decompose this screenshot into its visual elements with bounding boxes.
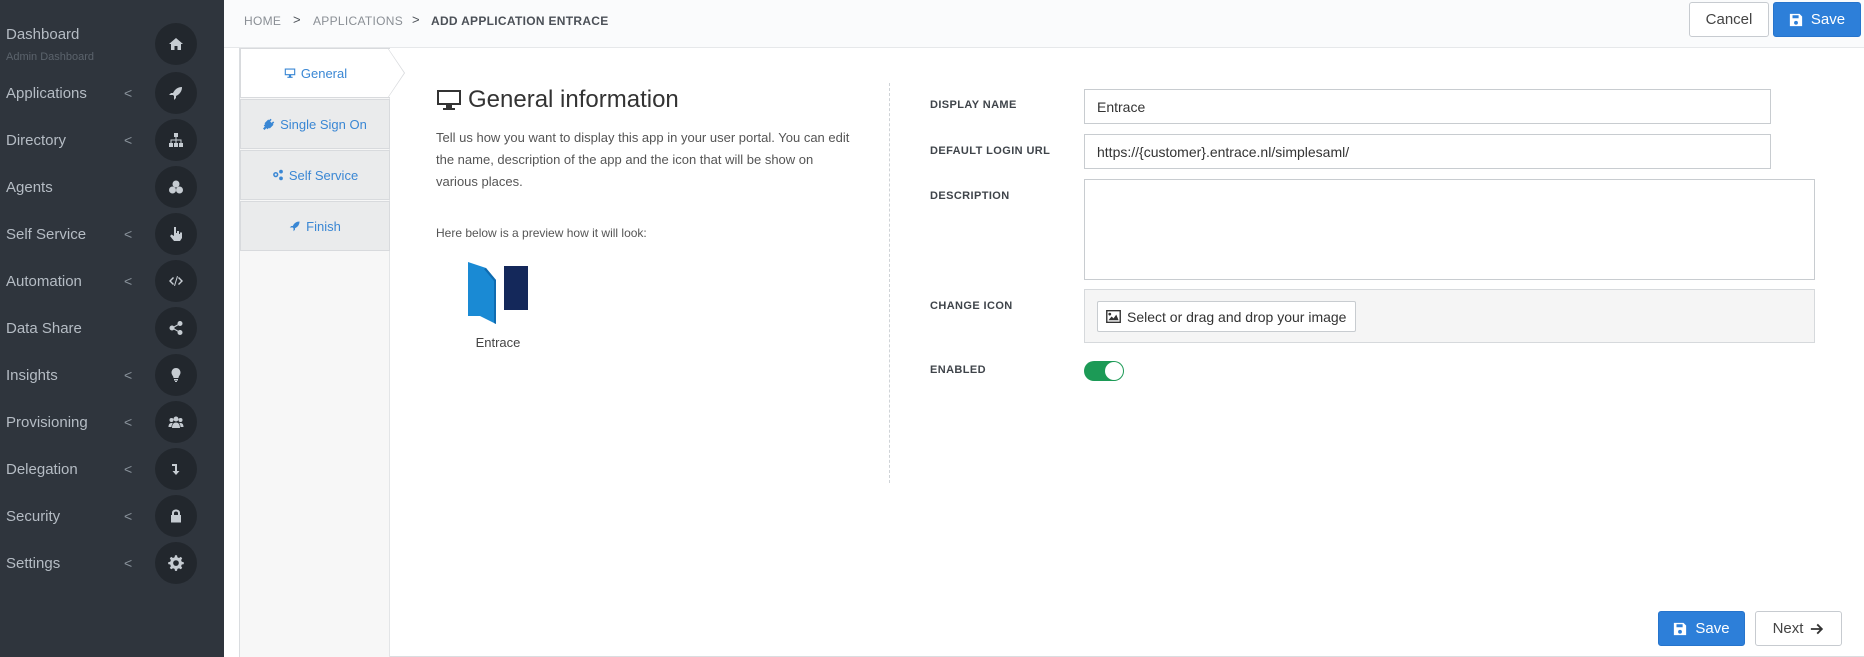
- sidebar-item-label: Agents: [6, 179, 53, 196]
- rocket-icon: [289, 221, 300, 232]
- sidebar-item-automation[interactable]: Automation <: [0, 258, 224, 305]
- chevron-left-icon: <: [124, 461, 133, 477]
- chevron-left-icon: <: [124, 132, 133, 148]
- code-icon: [155, 260, 197, 302]
- floppy-disk-icon: [1674, 622, 1687, 635]
- cancel-button[interactable]: Cancel: [1689, 2, 1769, 37]
- toggle-knob: [1105, 362, 1123, 380]
- rocket-icon: [155, 72, 197, 114]
- tab-finish[interactable]: Finish: [240, 201, 390, 251]
- chevron-left-icon: <: [124, 367, 133, 383]
- sidebar-item-label: Dashboard: [6, 26, 80, 43]
- page-title: General information: [436, 86, 679, 114]
- sidebar-item-label: Insights: [6, 367, 58, 384]
- monitor-icon: [437, 90, 461, 110]
- lock-icon: [155, 495, 197, 537]
- lightbulb-icon: [155, 354, 197, 396]
- users-icon: [155, 401, 197, 443]
- sidebar-item-self-service[interactable]: Self Service <: [0, 211, 224, 258]
- footer-save-button-label: Save: [1695, 620, 1730, 637]
- sidebar-item-dashboard[interactable]: Dashboard Admin Dashboard: [0, 12, 224, 65]
- sidebar-item-security[interactable]: Security <: [0, 493, 224, 540]
- gear-icon: [155, 542, 197, 584]
- sidebar-item-directory[interactable]: Directory <: [0, 117, 224, 164]
- display-name-field[interactable]: Entrace: [1084, 89, 1771, 124]
- sidebar-item-sublabel: Admin Dashboard: [6, 51, 95, 63]
- next-button[interactable]: Next: [1755, 611, 1842, 646]
- description-field[interactable]: [1084, 179, 1815, 280]
- plug-icon: [263, 118, 275, 130]
- sidebar-item-delegation[interactable]: Delegation <: [0, 446, 224, 493]
- hand-pointer-icon: [155, 213, 197, 255]
- vertical-divider: [889, 83, 890, 483]
- tab-finish-label: Finish: [306, 218, 341, 234]
- breadcrumb-separator: >: [293, 12, 301, 27]
- save-button-label: Save: [1810, 11, 1846, 28]
- enabled-label: ENABLED: [930, 364, 986, 376]
- change-icon-label: CHANGE ICON: [930, 300, 1013, 312]
- share-icon: [155, 307, 197, 349]
- description-label: DESCRIPTION: [930, 190, 1010, 202]
- home-icon: [155, 23, 197, 65]
- tab-general[interactable]: General: [240, 48, 390, 98]
- tab-self-service-label: Self Service: [288, 167, 359, 183]
- sidebar-item-label: Settings: [6, 555, 61, 572]
- chevron-left-icon: <: [124, 85, 133, 101]
- sidebar-item-label: Delegation: [6, 461, 78, 478]
- sidebar-item-label: Self Service: [6, 226, 87, 243]
- page-title-text: General information: [468, 86, 679, 113]
- image-icon: [1106, 310, 1121, 323]
- select-image-button-label: Select or drag and drop your image: [1127, 308, 1347, 325]
- chevron-left-icon: <: [124, 414, 133, 430]
- intro-text: Tell us how you want to display this app…: [436, 130, 850, 189]
- arrow-right-icon: [1811, 623, 1824, 634]
- breadcrumb-separator: >: [412, 12, 420, 27]
- sidebar-item-insights[interactable]: Insights <: [0, 352, 224, 399]
- select-image-button[interactable]: Select or drag and drop your image: [1097, 301, 1356, 332]
- login-url-field[interactable]: https://{customer}.entrace.nl/simplesaml…: [1084, 134, 1771, 169]
- sidebar-item-provisioning[interactable]: Provisioning <: [0, 399, 224, 446]
- chevron-left-icon: <: [124, 555, 133, 571]
- sidebar-item-applications[interactable]: Applications <: [0, 70, 224, 117]
- breadcrumb-home[interactable]: HOME: [244, 14, 281, 28]
- tab-self-service[interactable]: Self Service: [240, 150, 390, 200]
- sidebar-item-label: Provisioning: [6, 414, 88, 431]
- display-name-label: DISPLAY NAME: [930, 99, 1017, 111]
- chevron-left-icon: <: [124, 273, 133, 289]
- tab-single-sign-on-label: Single Sign On: [280, 116, 367, 132]
- level-down-icon: [155, 448, 197, 490]
- sidebar-item-label: Directory: [6, 132, 67, 149]
- sidebar-item-settings[interactable]: Settings <: [0, 540, 224, 587]
- sidebar-item-data-share[interactable]: Data Share: [0, 305, 224, 352]
- sidebar-item-label: Data Share: [6, 320, 82, 337]
- sidebar-item-label: Automation: [6, 273, 82, 290]
- breadcrumb-current: ADD APPLICATION ENTRACE: [431, 14, 609, 28]
- tab-single-sign-on[interactable]: Single Sign On: [240, 99, 390, 149]
- cancel-button-label: Cancel: [1705, 11, 1753, 28]
- chevron-left-icon: <: [124, 226, 133, 242]
- entrace-logo-icon: [468, 262, 528, 324]
- next-button-label: Next: [1772, 620, 1804, 637]
- floppy-disk-icon: [1789, 13, 1803, 26]
- sidebar-item-agents[interactable]: Agents: [0, 164, 224, 211]
- sidebar-item-label: Security: [6, 508, 61, 525]
- sitemap-icon: [155, 119, 197, 161]
- tab-general-label: General: [300, 65, 348, 81]
- footer-save-button[interactable]: Save: [1658, 611, 1745, 646]
- chevron-left-icon: <: [124, 508, 133, 524]
- app-preview-name: Entrace: [475, 335, 521, 350]
- enabled-toggle[interactable]: [1084, 361, 1124, 381]
- active-step-arrow-fill: [388, 49, 404, 97]
- sidebar-item-label: Applications: [6, 85, 87, 102]
- sidebar: Dashboard Admin Dashboard Applications <…: [0, 0, 224, 657]
- preview-label: Here below is a preview how it will look…: [436, 226, 647, 240]
- breadcrumb-applications[interactable]: APPLICATIONS: [313, 14, 403, 28]
- save-button[interactable]: Save: [1773, 2, 1861, 37]
- agents-icon: [155, 166, 197, 208]
- monitor-icon: [284, 68, 296, 78]
- login-url-label: DEFAULT LOGIN URL: [930, 145, 1051, 157]
- cogs-icon: [272, 169, 283, 181]
